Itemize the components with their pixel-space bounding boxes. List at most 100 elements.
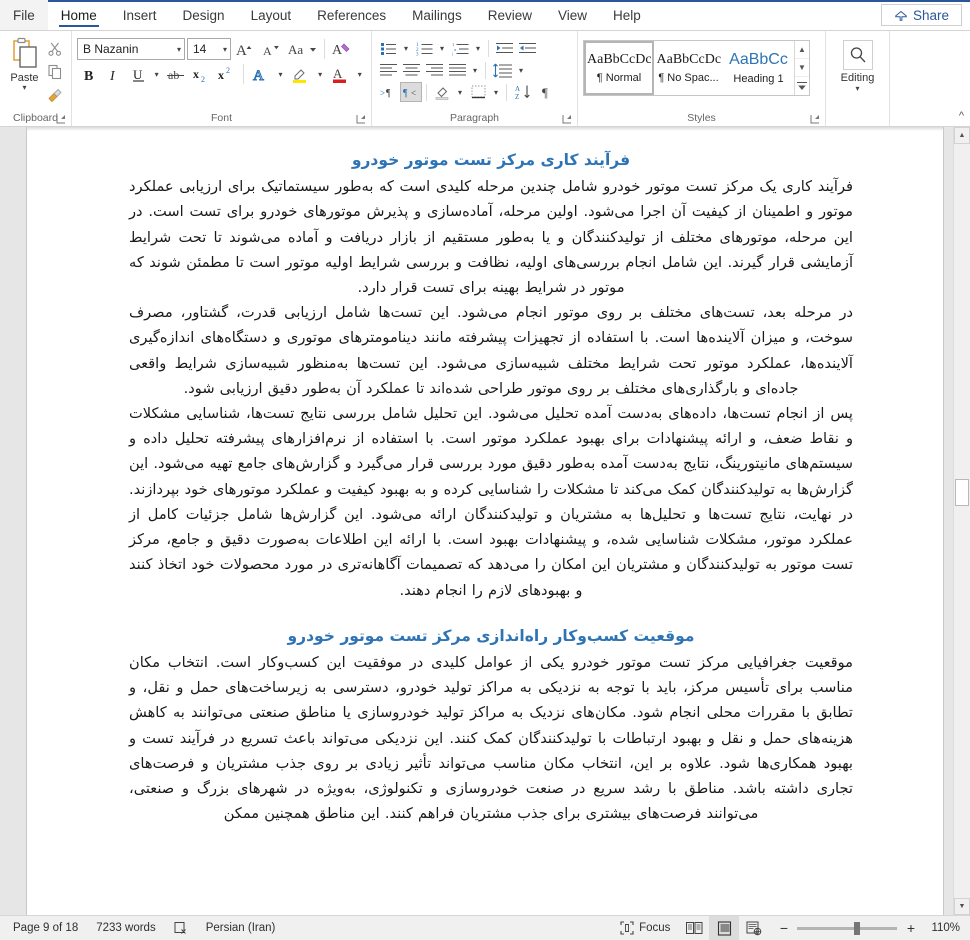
- styles-scroll-down-button[interactable]: ▼: [795, 59, 809, 77]
- clipboard-dialog-launcher[interactable]: [56, 114, 67, 125]
- tab-help[interactable]: Help: [600, 0, 654, 30]
- scroll-down-button[interactable]: ▼: [954, 898, 970, 915]
- editing-button[interactable]: Editing ▾: [831, 38, 884, 93]
- ltr-text-direction-button[interactable]: > ¶: [377, 82, 399, 102]
- multilevel-list-button[interactable]: 1ai: [449, 38, 471, 58]
- text-effects-dropdown[interactable]: ▾: [274, 63, 287, 85]
- tab-mailings[interactable]: Mailings: [399, 0, 475, 30]
- numbering-dropdown[interactable]: ▾: [436, 38, 448, 58]
- text-highlight-color-button[interactable]: [289, 63, 312, 85]
- subscript-button[interactable]: x2: [190, 63, 213, 85]
- ribbon-group-font: B Nazanin ▾ 14 ▾ A A Aa A B I U ▾ ab x 2…: [72, 31, 372, 126]
- font-dialog-launcher[interactable]: [356, 114, 367, 125]
- zoom-slider-thumb[interactable]: [854, 921, 861, 935]
- tab-file-label: File: [13, 7, 35, 23]
- format-painter-button[interactable]: [44, 84, 66, 106]
- svg-text:A: A: [515, 85, 520, 93]
- change-case-button[interactable]: Aa: [285, 38, 319, 60]
- read-mode-view-button[interactable]: [679, 916, 709, 940]
- tab-file[interactable]: File: [0, 0, 48, 30]
- print-layout-view-button[interactable]: [709, 916, 740, 940]
- styles-dialog-launcher[interactable]: [810, 114, 821, 125]
- paragraph-dialog-launcher[interactable]: [562, 114, 573, 125]
- scrollbar-thumb[interactable]: [955, 479, 969, 506]
- style-item-normal[interactable]: AaBbCcDc ¶ Normal: [584, 41, 654, 95]
- share-button[interactable]: Share: [880, 4, 962, 26]
- align-center-icon: [402, 63, 420, 77]
- scroll-up-button[interactable]: ▲: [954, 127, 970, 144]
- grow-font-button[interactable]: A: [233, 38, 257, 60]
- underline-button[interactable]: U: [127, 63, 148, 85]
- style-item-no-spacing[interactable]: AaBbCcDc ¶ No Spac...: [654, 41, 724, 95]
- numbering-button[interactable]: 123: [413, 38, 435, 58]
- paste-button[interactable]: Paste ▾: [5, 36, 44, 92]
- font-color-button[interactable]: A: [328, 63, 351, 85]
- bullets-dropdown[interactable]: ▾: [400, 38, 412, 58]
- decrease-indent-icon: [495, 41, 513, 56]
- document-body[interactable]: فرآیند کاری مرکز تست موتور خودرو فرآیند …: [27, 131, 943, 826]
- zoom-slider[interactable]: [797, 921, 898, 935]
- shrink-font-button[interactable]: A: [259, 38, 283, 60]
- borders-dropdown[interactable]: ▾: [490, 82, 502, 102]
- text-effects-button[interactable]: A: [249, 63, 272, 85]
- decrease-indent-button[interactable]: [493, 38, 515, 58]
- editing-dropdown-caret[interactable]: ▾: [855, 84, 859, 93]
- vertical-scrollbar[interactable]: ▲ ▼: [953, 127, 970, 915]
- zoom-in-button[interactable]: +: [904, 920, 917, 936]
- svg-text:a: a: [454, 47, 456, 52]
- tab-references[interactable]: References: [304, 0, 399, 30]
- justify-dropdown[interactable]: ▾: [469, 60, 481, 80]
- document-page[interactable]: فرآیند کاری مرکز تست موتور خودرو فرآیند …: [26, 127, 944, 915]
- sort-button[interactable]: AZ: [511, 82, 535, 102]
- borders-button[interactable]: [467, 82, 489, 102]
- style-item-heading-1[interactable]: AaBbCс Heading 1: [724, 41, 794, 95]
- cut-button[interactable]: [44, 38, 66, 60]
- shading-button[interactable]: [431, 82, 453, 102]
- tab-design[interactable]: Design: [170, 0, 238, 30]
- increase-indent-button[interactable]: [516, 38, 538, 58]
- font-size-input[interactable]: 14 ▾: [187, 38, 231, 60]
- tab-view-label: View: [557, 7, 587, 23]
- bold-button[interactable]: B: [77, 63, 100, 85]
- multilevel-dropdown[interactable]: ▾: [472, 38, 484, 58]
- styles-scroll-up-button[interactable]: ▲: [795, 41, 809, 59]
- line-spacing-dropdown[interactable]: ▾: [515, 60, 527, 80]
- clear-formatting-button[interactable]: A: [330, 38, 354, 60]
- justify-button[interactable]: [446, 60, 468, 80]
- word-count-status[interactable]: 7233 words: [87, 916, 164, 940]
- bullets-button[interactable]: [377, 38, 399, 58]
- superscript-button[interactable]: x2: [215, 63, 238, 85]
- focus-mode-button[interactable]: Focus: [611, 916, 679, 940]
- copy-button[interactable]: [44, 61, 66, 83]
- align-center-button[interactable]: [400, 60, 422, 80]
- tab-review[interactable]: Review: [475, 0, 545, 30]
- proofing-status[interactable]: [165, 916, 197, 940]
- tab-view[interactable]: View: [545, 0, 600, 30]
- page-number-status[interactable]: Page 9 of 18: [4, 916, 87, 940]
- web-layout-view-button[interactable]: [739, 916, 769, 940]
- align-right-icon: [425, 63, 443, 77]
- show-formatting-marks-button[interactable]: ¶: [536, 82, 558, 102]
- font-color-dropdown[interactable]: ▾: [354, 63, 367, 85]
- align-right-button[interactable]: [423, 60, 445, 80]
- language-status[interactable]: Persian (Iran): [197, 916, 285, 940]
- strikethrough-button[interactable]: ab: [165, 63, 188, 85]
- font-name-input[interactable]: B Nazanin ▾: [77, 38, 185, 60]
- italic-button[interactable]: I: [102, 63, 125, 85]
- shading-dropdown[interactable]: ▾: [454, 82, 466, 102]
- underline-dropdown[interactable]: ▾: [150, 63, 163, 85]
- collapse-ribbon-button[interactable]: ^: [959, 110, 964, 122]
- font-row-top: B Nazanin ▾ 14 ▾ A A Aa A: [77, 38, 366, 60]
- styles-more-button[interactable]: [795, 77, 809, 95]
- tab-insert[interactable]: Insert: [110, 0, 170, 30]
- zoom-out-button[interactable]: −: [777, 920, 790, 936]
- line-spacing-button[interactable]: [490, 60, 514, 80]
- highlight-dropdown[interactable]: ▾: [314, 63, 327, 85]
- zoom-level-button[interactable]: 110%: [925, 922, 966, 934]
- tab-home[interactable]: Home: [48, 0, 110, 30]
- tab-layout[interactable]: Layout: [238, 0, 305, 30]
- align-left-button[interactable]: [377, 60, 399, 80]
- paste-dropdown-caret[interactable]: ▾: [22, 84, 26, 92]
- rtl-text-direction-button[interactable]: ¶ <: [400, 82, 422, 102]
- document-paragraph-5: موقعیت جغرافیایی مرکز تست موتور خودرو یک…: [129, 653, 853, 823]
